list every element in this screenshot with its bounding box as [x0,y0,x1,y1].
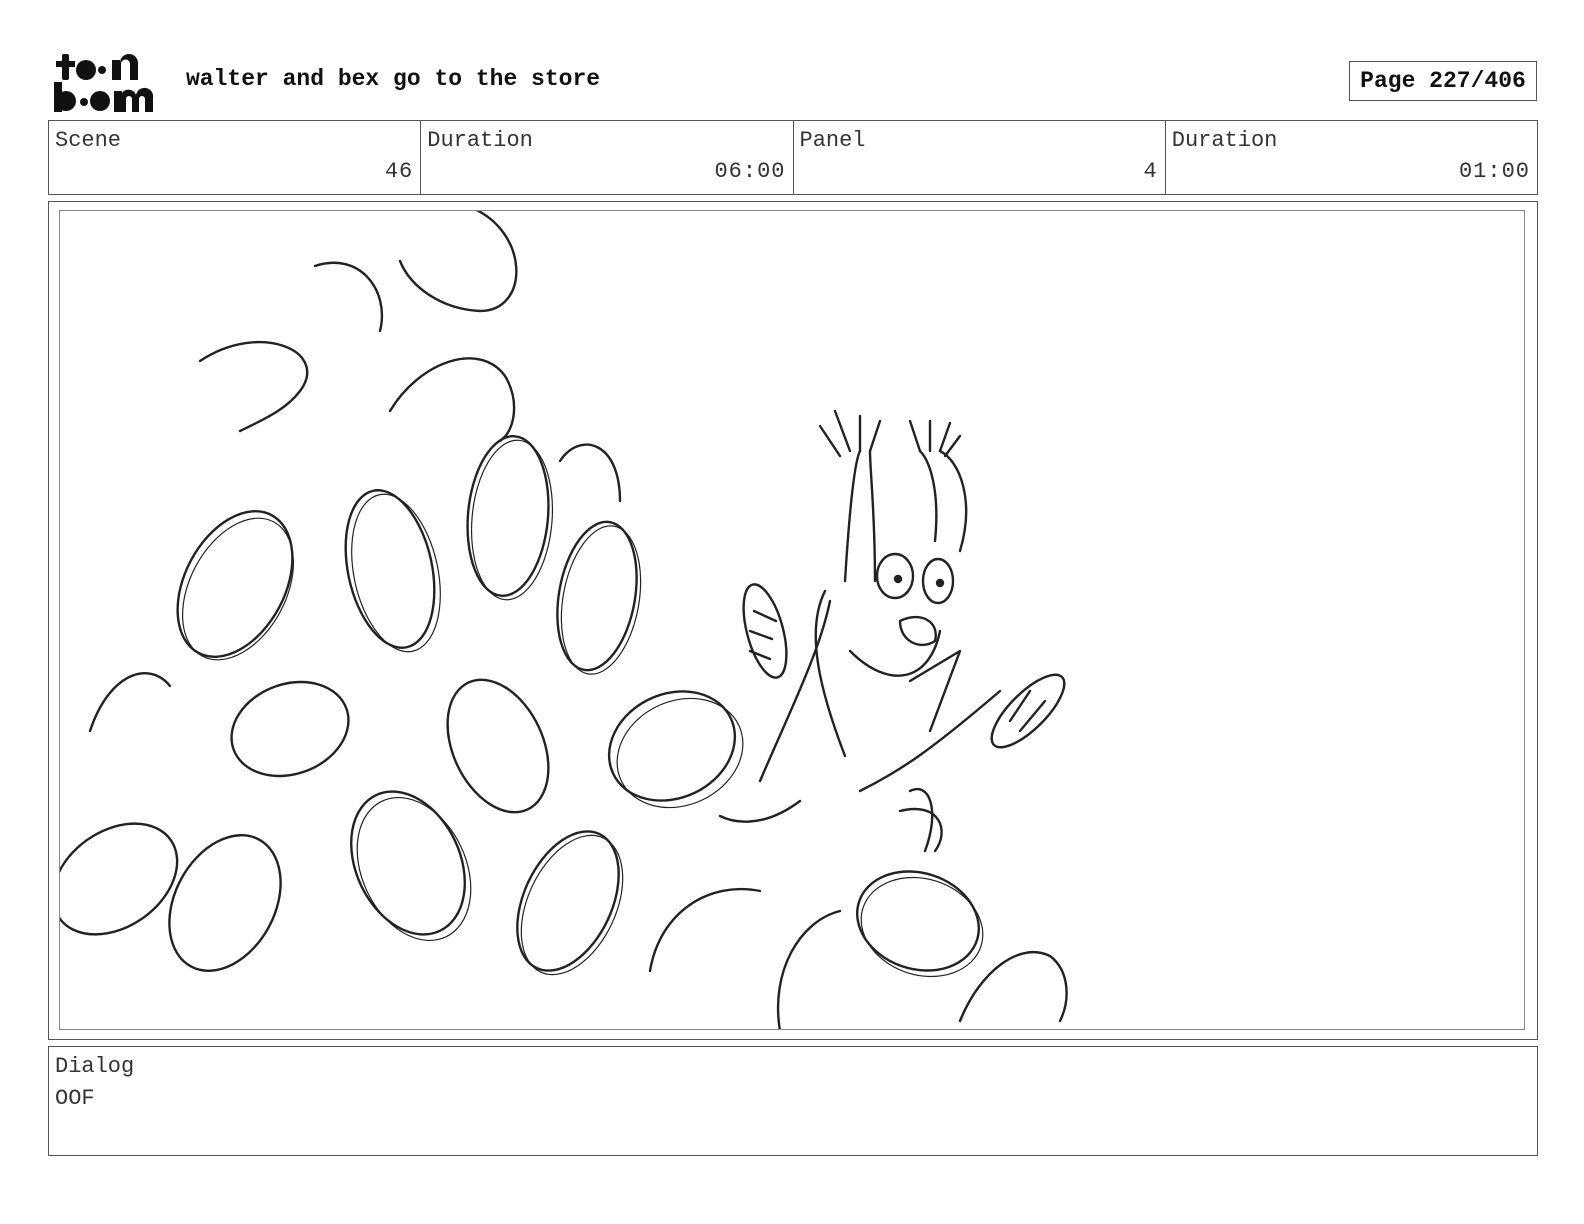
scene-duration-value: 06:00 [714,159,786,184]
toon-boom-logo-icon [54,54,154,112]
page-indicator: Page 227/406 [1349,61,1537,101]
panel-cell: Panel 4 [794,121,1166,194]
scene-info-row: Scene 46 Duration 06:00 Panel 4 Duration… [48,120,1538,195]
scene-value: 46 [384,159,414,184]
toon-boom-logo [50,50,166,114]
panel-frame [48,201,1538,1040]
dialog-box: Dialog OOF [48,1046,1538,1156]
scene-duration-label: Duration [427,128,533,153]
panel-duration-cell: Duration 01:00 [1166,121,1537,194]
scene-duration-cell: Duration 06:00 [421,121,794,194]
panel-duration-value: 01:00 [1458,159,1530,184]
dialog-text: OOF [55,1086,95,1111]
dialog-label: Dialog [55,1054,135,1079]
scene-label: Scene [55,128,122,153]
panel-label: Panel [799,128,866,153]
panel-image-area [59,210,1525,1030]
panel-value: 4 [1143,159,1158,184]
project-title: walter and bex go to the store [186,66,601,92]
panel-duration-label: Duration [1171,128,1278,153]
page-label: Page 227/406 [1360,68,1526,94]
scene-cell: Scene 46 [49,121,422,194]
sketch-illustration [60,211,1068,1029]
